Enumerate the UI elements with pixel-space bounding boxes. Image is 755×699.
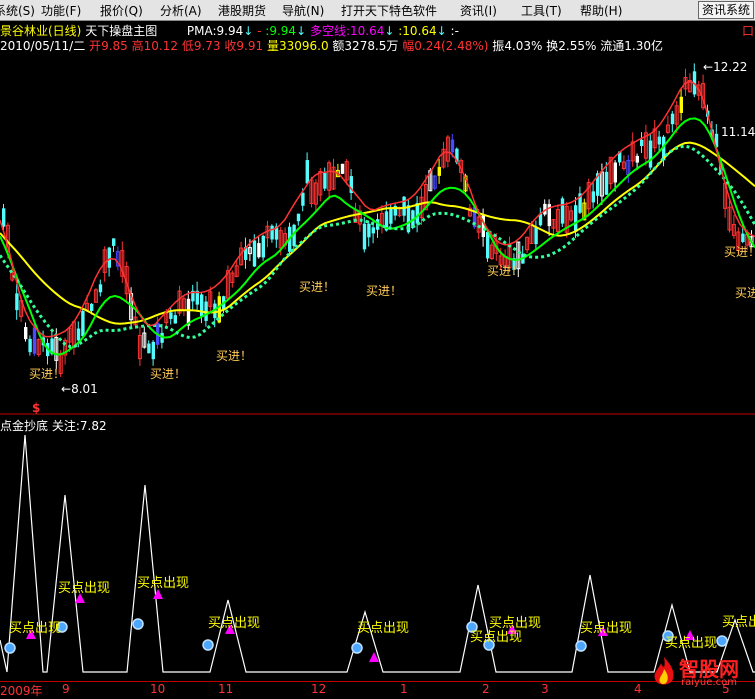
axis-tick-label: 10 [150, 682, 166, 696]
candle-body [657, 136, 661, 145]
candle-body [604, 171, 609, 195]
candle-body [613, 162, 617, 183]
high-price-label: ←12.22 [703, 60, 748, 74]
candle-body [534, 227, 538, 245]
candle-body [261, 235, 265, 258]
candle-body [2, 208, 6, 227]
candle-body [28, 338, 32, 353]
axis-tick-label: 3 [541, 682, 549, 696]
ball-marker [202, 639, 214, 651]
candle-body [151, 341, 155, 360]
watch-label: 关注: [51, 419, 80, 433]
candle-body [362, 223, 367, 250]
candle-body [112, 238, 116, 246]
buy-signal: 买进！ [150, 367, 187, 381]
candle-body [450, 139, 455, 153]
candlestick-series [2, 63, 754, 378]
watermark-logo: 智股网 raiyue.com [651, 653, 751, 691]
corner-marker: 口 [742, 24, 755, 38]
candle-body [340, 163, 345, 174]
candle-body [670, 113, 675, 125]
axis-tick-label: 9 [62, 682, 70, 696]
buy-signal: 买进！ [366, 284, 403, 298]
candle-body [574, 205, 578, 232]
buy-point-label: 买点出现 [9, 621, 62, 636]
candle-body [296, 213, 301, 222]
ref-price-label: 11.14- [721, 125, 755, 139]
candle-body [90, 303, 94, 311]
time-axis: 2009年 9 10 11 12 1 2 3 4 5 [0, 681, 755, 698]
candle-body [648, 140, 653, 168]
sub-chart-header: 点金抄底 关注:7.82 [0, 417, 107, 434]
candle-body [257, 243, 261, 258]
candle-body [389, 208, 393, 224]
buy-signal: 买进！ [735, 286, 755, 300]
buy-point-label: 买点出现 [489, 616, 542, 631]
candle-body [560, 198, 565, 224]
candle-body [81, 311, 85, 337]
ball-marker [575, 640, 587, 652]
buy-point-label: 买点出现 [357, 621, 410, 636]
candle-body [323, 172, 327, 189]
low-price-label: ←8.01 [61, 382, 98, 396]
candle-body [486, 231, 490, 259]
buy-point-label: 买点出现 [665, 636, 718, 651]
candle-body [741, 233, 745, 242]
candle-body [24, 327, 28, 340]
candle-body [371, 227, 375, 234]
candle-body [173, 315, 177, 324]
watermark-url: raiyue.com [681, 677, 737, 688]
candle-body [679, 96, 683, 113]
buy-signal: 买进！ [724, 245, 755, 259]
ball-marker [4, 642, 16, 654]
candle-body [437, 166, 441, 176]
ball-marker [351, 642, 363, 654]
candle-body [640, 139, 644, 147]
axis-tick-label: 11 [218, 682, 234, 696]
candle-body [402, 196, 406, 216]
candle-body [15, 293, 19, 311]
candle-body [252, 240, 257, 267]
buy-signal: 买进！ [29, 367, 66, 381]
axis-tick-label: 4 [634, 682, 642, 696]
buy-point-label: 买点出现 [208, 616, 261, 631]
buy-point-label: 买点出现 [722, 615, 755, 630]
buy-point-label: 买点出现 [580, 621, 633, 636]
watch-value: 7.82 [79, 419, 107, 433]
candle-body [32, 327, 37, 354]
s-marker: $ [32, 401, 41, 415]
axis-tick-label: 2 [482, 682, 490, 696]
buy-signal: 买进！ [299, 280, 336, 294]
buy-signal: 买进！ [487, 264, 524, 278]
candle-body [415, 203, 419, 224]
flame-icon [654, 657, 674, 685]
candle-body [591, 191, 595, 203]
axis-tick-label: 1 [400, 682, 408, 696]
candle-body [169, 312, 173, 319]
axis-tick-label: 12 [311, 682, 327, 696]
buy-signal: 买进！ [216, 349, 253, 363]
ball-marker [716, 635, 728, 647]
candle-body [270, 225, 274, 240]
candle-body [107, 247, 111, 268]
candle-body [76, 328, 81, 341]
stock-chart-canvas[interactable] [0, 0, 755, 695]
axis-tick-label: 2009年 [0, 684, 43, 698]
candle-body [98, 284, 103, 293]
candle-body [305, 160, 309, 184]
candle-body [367, 223, 371, 238]
ball-marker [132, 618, 144, 630]
candle-body [147, 343, 151, 354]
sub-indicator [0, 434, 755, 673]
signal-line [0, 434, 755, 673]
buy-point-label: 买点出现 [137, 576, 190, 591]
candle-body [301, 192, 305, 206]
candle-body [635, 155, 639, 163]
sub-chart-title: 点金抄底 [0, 419, 49, 433]
buy-point-label: 买点出现 [58, 581, 111, 596]
